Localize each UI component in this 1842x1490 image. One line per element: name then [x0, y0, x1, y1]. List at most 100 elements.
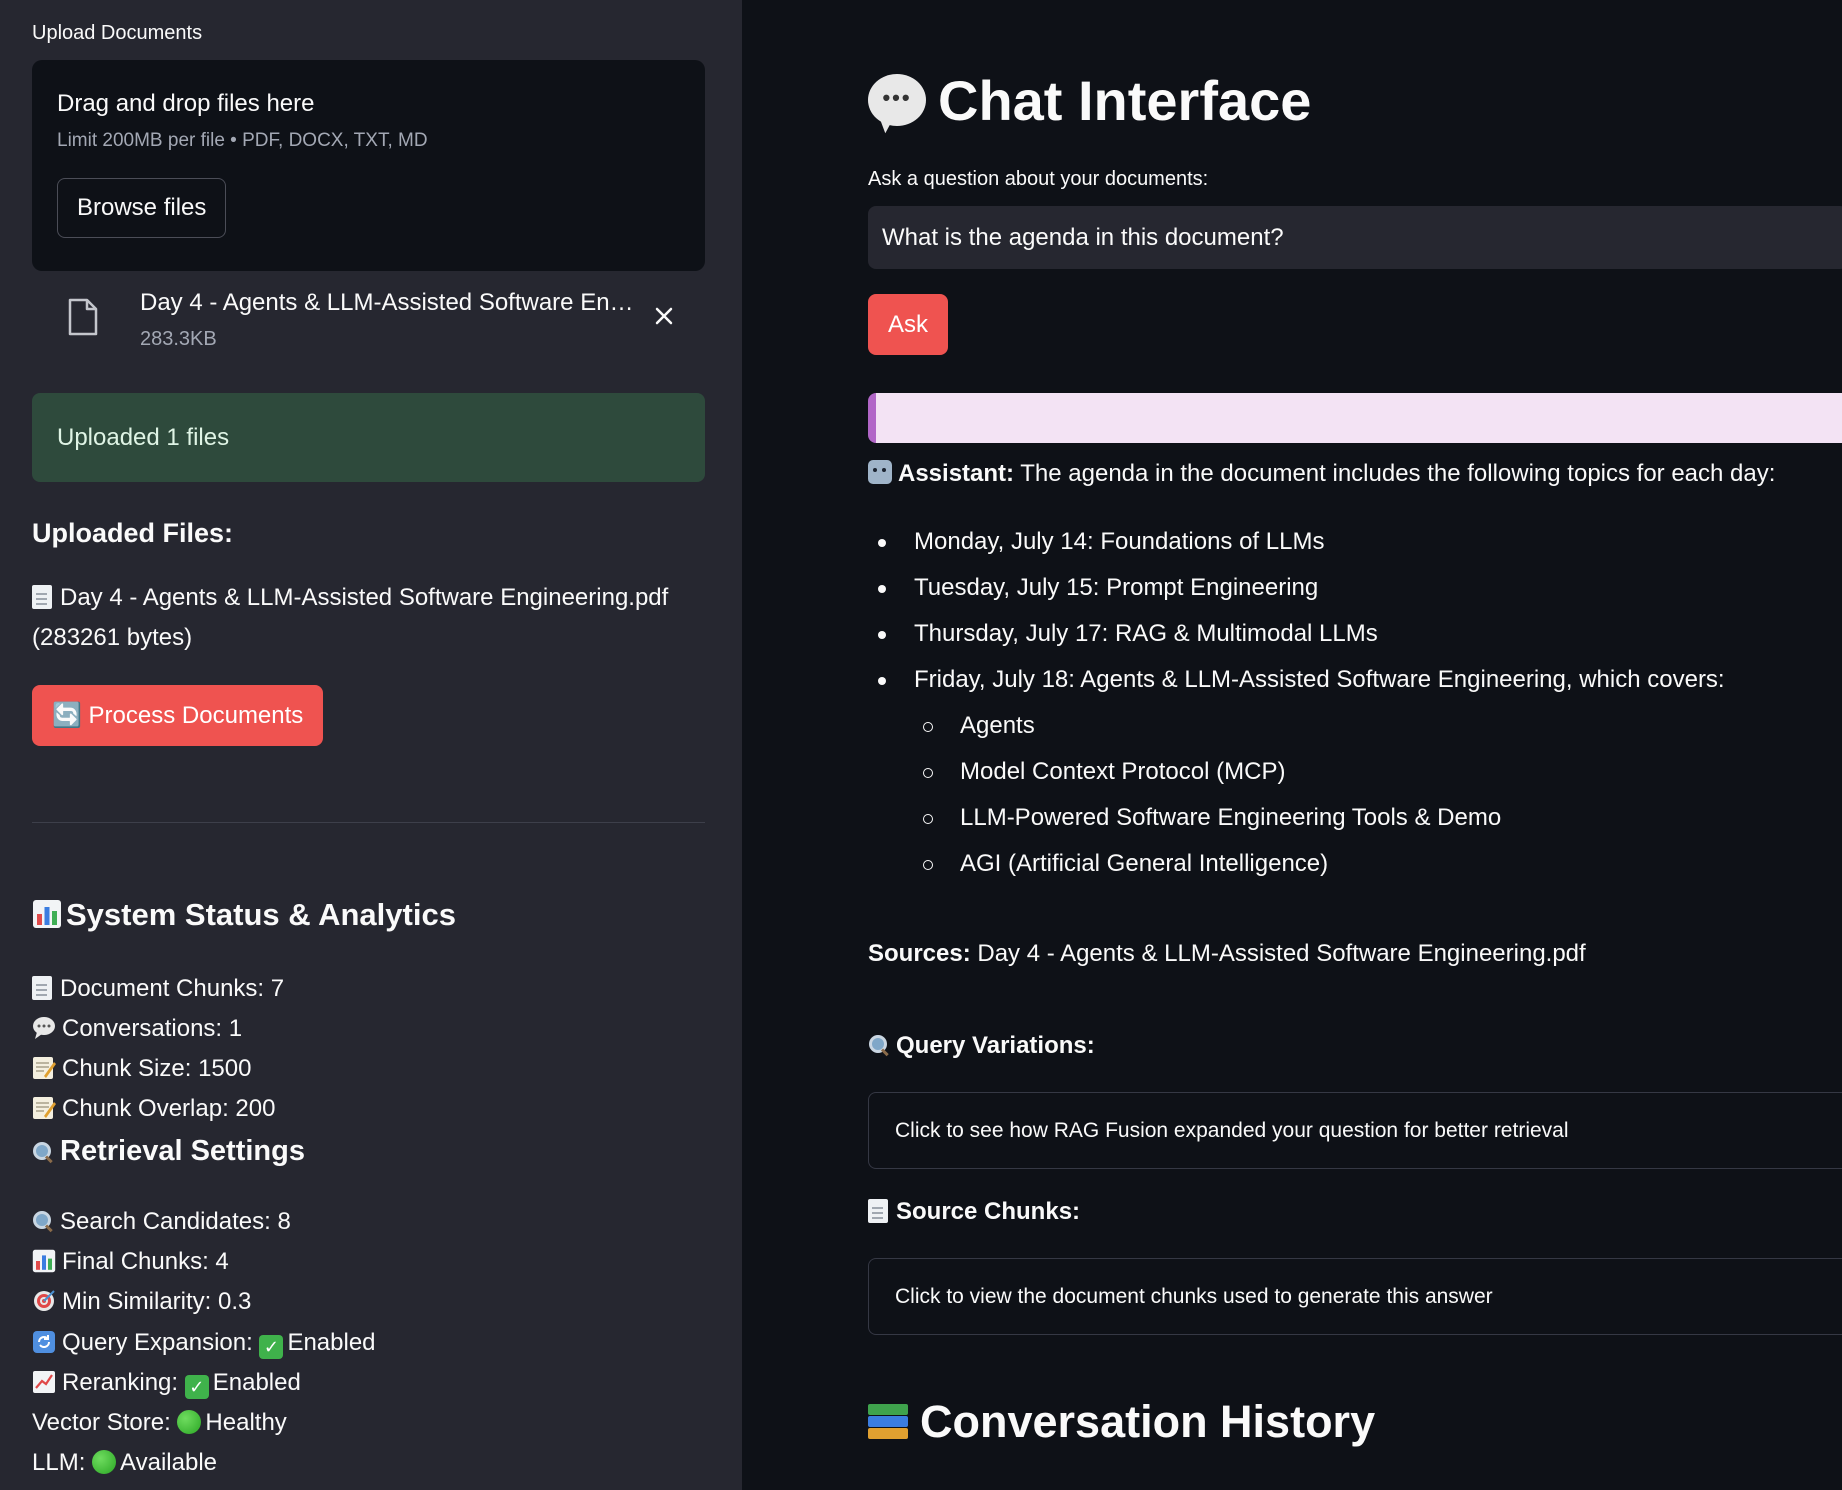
stat-reranking-value: Enabled: [212, 1369, 301, 1396]
book-spine: [868, 1404, 908, 1415]
stat-document-chunks-text: Document Chunks: 7: [60, 975, 285, 1002]
sidebar: Upload Documents Drag and drop files her…: [0, 0, 742, 1490]
query-variations-title: Query Variations:: [896, 1032, 1095, 1059]
process-documents-button[interactable]: 🔄 Process Documents: [32, 685, 324, 746]
close-icon[interactable]: [649, 301, 679, 331]
system-status-title: System Status & Analytics: [66, 897, 456, 932]
stat-reranking: Reranking: ✓ Enabled: [32, 1369, 301, 1399]
friday-topics: Agents Model Context Protocol (MCP) LLM-…: [868, 706, 1725, 890]
sources-value: Day 4 - Agents & LLM-Assisted Software E…: [977, 940, 1586, 967]
question-label: Ask a question about your documents:: [868, 168, 1209, 190]
upload-success-alert: Uploaded 1 files: [32, 393, 705, 482]
file-dropzone[interactable]: Drag and drop files here Limit 200MB per…: [32, 60, 705, 271]
agenda-list: Monday, July 14: Foundations of LLMs Tue…: [868, 522, 1725, 890]
sub-list-item: AGI (Artificial General Intelligence): [868, 844, 1725, 890]
file-size: 283.3KB: [140, 328, 217, 350]
stat-min-similarity: Min Similarity: 0.3: [32, 1288, 251, 1316]
assistant-prefix: Assistant:: [898, 460, 1015, 487]
speech-bubble-icon: [33, 1017, 55, 1039]
magnifier-icon: [32, 1210, 54, 1232]
green-dot-icon: [177, 1410, 202, 1434]
question-input[interactable]: [868, 206, 1842, 269]
user-message-bubble: [868, 393, 1842, 443]
query-variations-heading: Query Variations:: [868, 1032, 1095, 1060]
conversation-history-heading: Conversation History: [868, 1396, 1375, 1448]
stat-vector-store-label: Vector Store:: [32, 1409, 171, 1436]
book-spine: [868, 1416, 908, 1427]
stat-query-expansion: Query Expansion: ✓ Enabled: [32, 1329, 376, 1359]
stat-query-expansion-value: Enabled: [287, 1329, 376, 1356]
retrieval-settings-heading: Retrieval Settings: [32, 1135, 305, 1168]
assistant-message: Assistant: The agenda in the document in…: [868, 460, 1775, 488]
source-chunks-heading: Source Chunks:: [868, 1198, 1080, 1226]
list-item: Thursday, July 17: RAG & Multimodal LLMs: [868, 614, 1725, 660]
upload-label: Upload Documents: [32, 22, 203, 44]
stat-min-similarity-text: Min Similarity: 0.3: [62, 1288, 252, 1315]
stat-search-candidates-text: Search Candidates: 8: [60, 1208, 291, 1235]
check-icon: ✓: [184, 1375, 209, 1399]
robot-icon: [868, 460, 892, 484]
stat-chunk-size: Chunk Size: 1500: [32, 1055, 251, 1083]
document-icon: [868, 1199, 888, 1223]
uploaded-file-row: Day 4 - Agents & LLM-Assisted Software E…: [32, 285, 705, 365]
stat-llm-label: LLM:: [32, 1449, 86, 1476]
check-icon: ✓: [259, 1335, 284, 1359]
document-icon: [32, 976, 52, 1000]
stat-chunk-overlap: Chunk Overlap: 200: [32, 1095, 275, 1123]
stat-query-expansion-label: Query Expansion:: [62, 1329, 253, 1356]
uploaded-files-heading: Uploaded Files:: [32, 518, 234, 548]
sources-label: Sources:: [868, 940, 971, 967]
ask-button[interactable]: Ask: [868, 294, 949, 355]
sub-list-item: Agents: [868, 706, 1725, 752]
query-variations-expander[interactable]: Click to see how RAG Fusion expanded you…: [868, 1092, 1842, 1169]
main-content: ••• Chat Interface Ask a question about y…: [742, 0, 1842, 1490]
stat-reranking-label: Reranking:: [62, 1369, 179, 1396]
system-status-heading: System Status & Analytics: [32, 897, 456, 933]
dropzone-subtitle: Limit 200MB per file • PDF, DOCX, TXT, M…: [57, 130, 428, 151]
stat-conversations-text: Conversations: 1: [62, 1015, 243, 1042]
stat-conversations: Conversations: 1: [32, 1015, 242, 1043]
target-icon: [34, 1290, 55, 1311]
stat-final-chunks: Final Chunks: 4: [32, 1248, 229, 1276]
stat-chunk-overlap-text: Chunk Overlap: 200: [62, 1095, 276, 1122]
stat-search-candidates: Search Candidates: 8: [32, 1208, 291, 1236]
page-title-text: Chat Interface: [938, 69, 1312, 132]
uploaded-file-entry: Day 4 - Agents & LLM-Assisted Software E…: [32, 578, 682, 658]
list-item: Monday, July 14: Foundations of LLMs: [868, 522, 1725, 568]
sidebar-divider: [32, 822, 705, 823]
browse-files-button[interactable]: Browse files: [57, 178, 227, 238]
assistant-text: The agenda in the document includes the …: [1020, 460, 1776, 487]
memo-icon: [33, 1057, 56, 1079]
books-icon: [868, 1401, 910, 1441]
uploaded-file-text: Day 4 - Agents & LLM-Assisted Software E…: [32, 584, 669, 651]
magnifier-icon: [868, 1034, 890, 1056]
stat-llm-value: Available: [120, 1449, 217, 1476]
sub-list-item: Model Context Protocol (MCP): [868, 752, 1725, 798]
file-icon: [68, 298, 98, 336]
page-title: ••• Chat Interface: [868, 68, 1311, 133]
memo-icon: [33, 1097, 56, 1119]
list-item: Friday, July 18: Agents & LLM-Assisted S…: [868, 660, 1725, 706]
stat-vector-store: Vector Store: Healthy: [32, 1409, 287, 1437]
green-dot-icon: [92, 1450, 117, 1474]
book-spine: [868, 1428, 908, 1439]
source-chunks-title: Source Chunks:: [896, 1198, 1081, 1225]
refresh-icon: [33, 1331, 55, 1353]
chart-icon: [33, 900, 61, 928]
stat-chunk-size-text: Chunk Size: 1500: [62, 1055, 252, 1082]
stat-vector-store-value: Healthy: [205, 1409, 287, 1436]
file-name: Day 4 - Agents & LLM-Assisted Software E…: [140, 289, 645, 316]
stat-final-chunks-text: Final Chunks: 4: [62, 1248, 229, 1275]
stat-document-chunks: Document Chunks: 7: [32, 975, 284, 1003]
speech-bubble-icon: •••: [868, 74, 926, 126]
source-chunks-expander[interactable]: Click to view the document chunks used t…: [868, 1258, 1842, 1335]
magnifier-icon: [32, 1141, 54, 1163]
chart-icon: [32, 1249, 56, 1273]
retrieval-settings-title: Retrieval Settings: [60, 1135, 305, 1167]
sub-list-item: LLM-Powered Software Engineering Tools &…: [868, 798, 1725, 844]
trend-icon: [33, 1371, 55, 1393]
friday-topics-list: Agents Model Context Protocol (MCP) LLM-…: [868, 706, 1725, 890]
list-item: Tuesday, July 15: Prompt Engineering: [868, 568, 1725, 614]
sources-line: Sources: Day 4 - Agents & LLM-Assisted S…: [868, 940, 1586, 968]
stat-llm: LLM: Available: [32, 1449, 217, 1477]
